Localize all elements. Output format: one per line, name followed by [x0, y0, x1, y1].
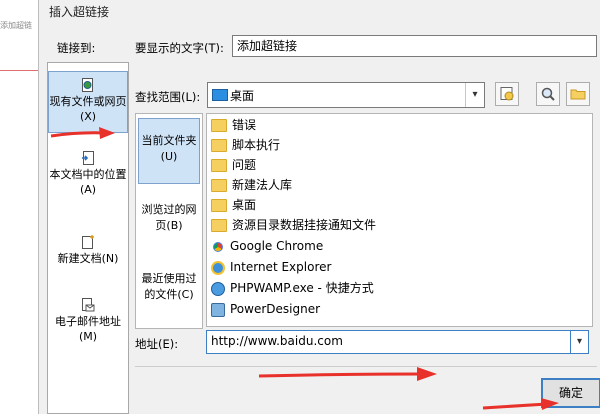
monitor-icon — [212, 89, 228, 101]
chrome-icon — [211, 239, 225, 254]
annotation-arrow — [258, 367, 437, 381]
file-name: 错误 — [232, 118, 257, 132]
file-name: PHPWAMP.exe - 快捷方式 — [230, 281, 374, 295]
file-row-folder[interactable]: 资源目录数据挂接通知文件 — [211, 215, 376, 235]
file-row-app[interactable]: PowerDesigner — [211, 299, 320, 319]
email-icon — [82, 298, 95, 312]
file-row-app[interactable]: PHPWAMP.exe - 快捷方式 — [211, 278, 374, 298]
file-row-folder[interactable]: 错误 — [211, 115, 256, 135]
parent-window-line — [0, 70, 38, 71]
file-row-folder[interactable]: 桌面 — [211, 195, 256, 215]
look-in-dropdown[interactable]: 桌面 ▾ — [207, 82, 485, 108]
phpwamp-icon — [211, 281, 225, 296]
file-name: Internet Explorer — [230, 260, 332, 274]
annotation-arrow — [50, 127, 115, 139]
file-row-app[interactable]: Internet Explorer — [211, 257, 331, 277]
folder-icon — [211, 179, 227, 192]
file-name: Google Chrome — [230, 239, 324, 253]
folder-icon — [211, 119, 227, 132]
file-name: PowerDesigner — [230, 302, 321, 316]
folder-icon — [211, 139, 227, 152]
file-name: 新建法人库 — [232, 178, 293, 192]
display-text-input[interactable]: 添加超链接 — [232, 35, 597, 57]
chevron-down-icon[interactable]: ▾ — [570, 331, 588, 353]
file-row-folder[interactable]: 新建法人库 — [211, 175, 292, 195]
insert-hyperlink-dialog: 插入超链接 链接到: 现有文件或网页(X) 本文档中的位置(A) 新建文档(N) — [38, 0, 600, 414]
link-type-label: 本文档中的位置(A) — [49, 168, 127, 196]
open-folder-button[interactable] — [566, 82, 590, 106]
display-text-label: 要显示的文字(T): — [135, 41, 224, 55]
file-row-folder[interactable]: 问题 — [211, 155, 256, 175]
nav-browsed-pages[interactable]: 浏览过的网页(B) — [138, 202, 200, 242]
link-type-document-place[interactable]: 本文档中的位置(A) — [48, 151, 128, 207]
address-value: http://www.baidu.com — [211, 334, 343, 348]
annotation-arrow — [482, 398, 559, 410]
file-row-folder[interactable]: 脚本执行 — [211, 135, 280, 155]
link-type-label: 现有文件或网页(X) — [49, 95, 127, 123]
folder-icon — [211, 199, 227, 212]
folder-icon — [211, 219, 227, 232]
search-icon — [541, 87, 555, 101]
nav-panel: 当前文件夹(U) 浏览过的网页(B) 最近使用过的文件(C) — [135, 113, 203, 329]
document-place-icon — [82, 151, 94, 165]
look-in-label: 查找范围(L): — [135, 90, 201, 104]
file-list: 错误 脚本执行 问题 新建法人库 桌面 资源目录数据挂接通知文件 Google … — [206, 113, 593, 327]
link-type-label: 新建文档(N) — [57, 252, 119, 265]
file-name: 问题 — [232, 158, 257, 172]
link-type-label: 电子邮件地址(M) — [55, 315, 121, 343]
ie-icon — [211, 260, 225, 275]
chevron-down-icon[interactable]: ▾ — [465, 83, 484, 107]
folder-icon — [211, 159, 227, 172]
browse-web-icon — [500, 87, 514, 101]
web-page-icon — [82, 78, 93, 92]
folder-icon — [570, 89, 586, 100]
browse-web-button[interactable] — [495, 82, 519, 106]
address-input[interactable]: http://www.baidu.com ▾ — [206, 330, 589, 354]
parent-window-strip: 添加超链 — [0, 0, 39, 414]
file-name: 桌面 — [232, 198, 257, 212]
link-to-label: 链接到: — [57, 41, 96, 55]
link-type-email[interactable]: 电子邮件地址(M) — [48, 298, 128, 354]
parent-window-text: 添加超链 — [0, 21, 32, 30]
file-name: 脚本执行 — [232, 138, 281, 152]
new-document-icon — [82, 235, 94, 249]
address-label: 地址(E): — [135, 337, 179, 351]
file-name: 资源目录数据挂接通知文件 — [232, 218, 377, 232]
powerdesigner-icon — [211, 302, 225, 317]
look-in-value: 桌面 — [230, 89, 255, 103]
file-row-app[interactable]: Google Chrome — [211, 236, 323, 256]
nav-current-folder[interactable]: 当前文件夹(U) — [138, 118, 200, 184]
link-type-panel: 现有文件或网页(X) 本文档中的位置(A) 新建文档(N) 电子邮件地址(M) — [47, 62, 129, 414]
nav-recent-files[interactable]: 最近使用过的文件(C) — [138, 271, 200, 311]
browse-file-button[interactable] — [536, 82, 560, 106]
link-type-new-document[interactable]: 新建文档(N) — [48, 235, 128, 275]
dialog-title: 插入超链接 — [49, 5, 110, 19]
